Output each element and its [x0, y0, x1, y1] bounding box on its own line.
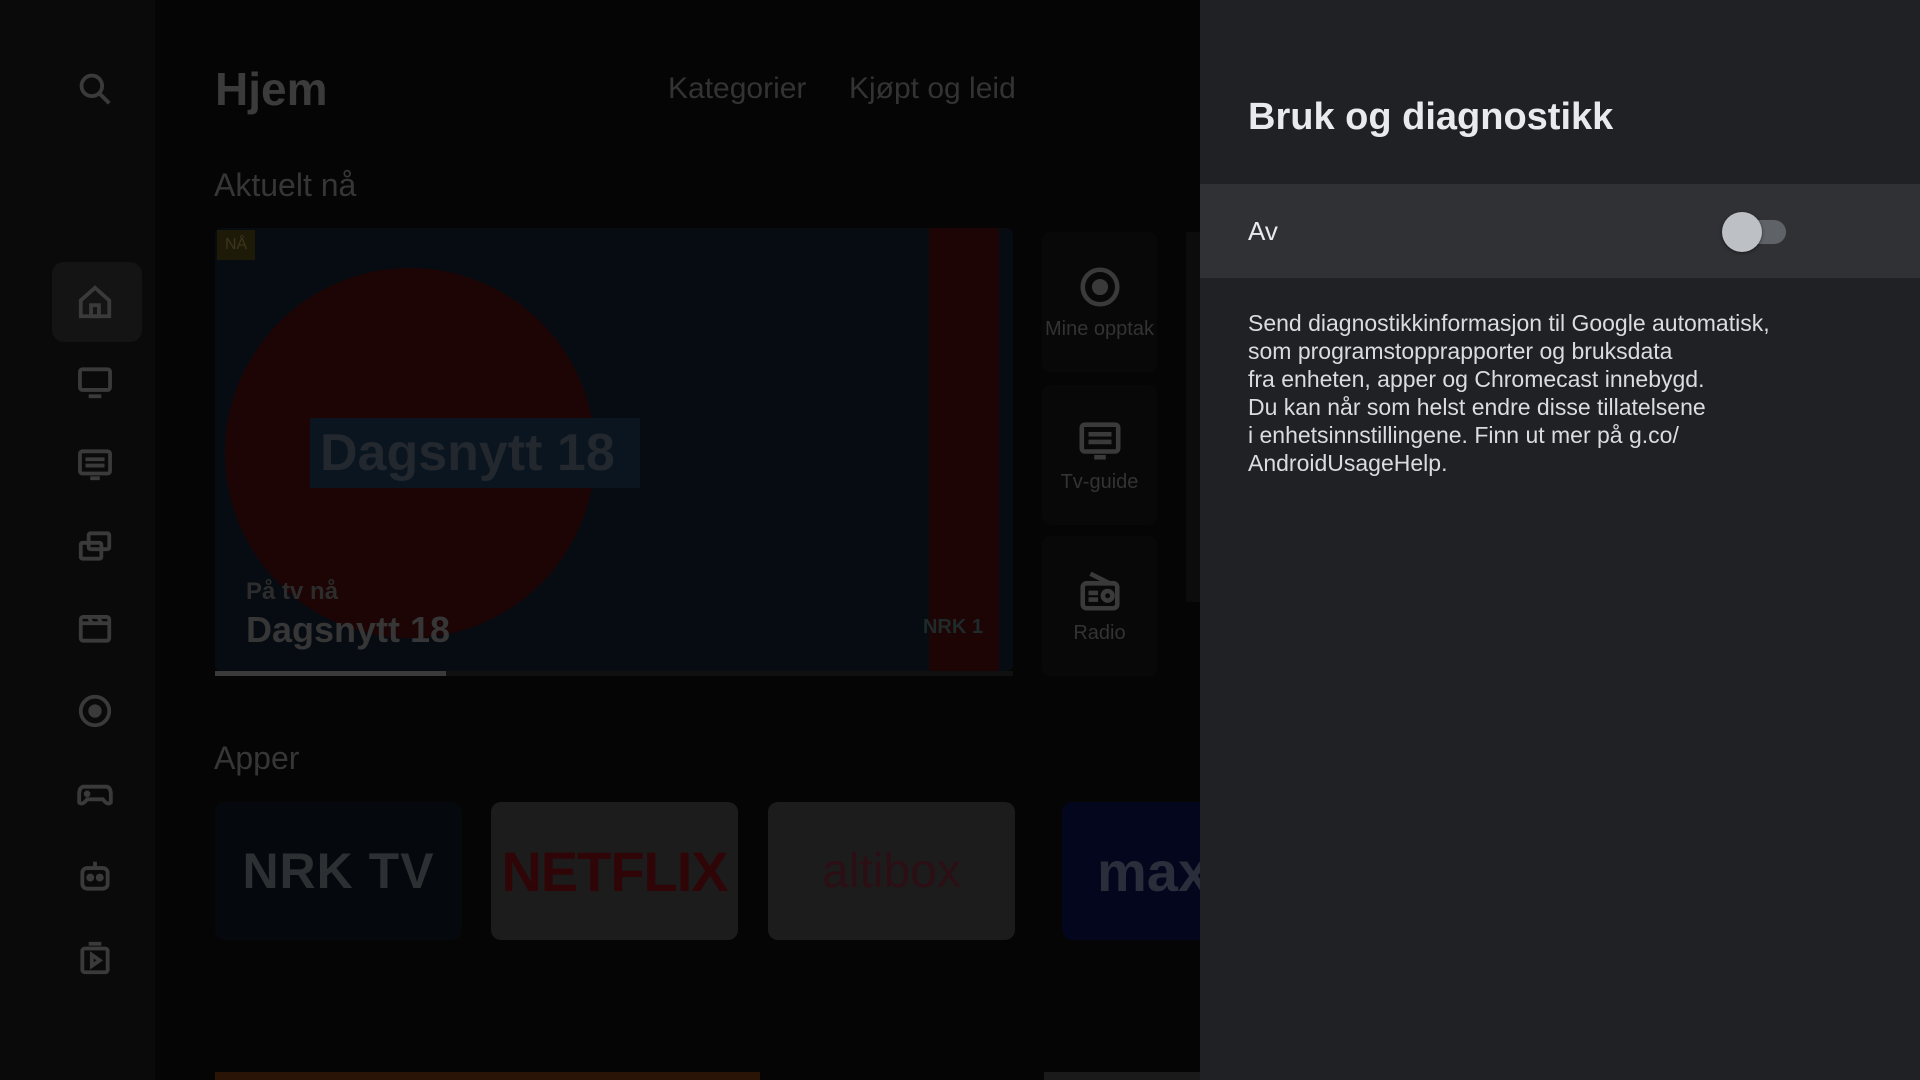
description-line: fra enheten, apper og Chromecast innebyg…: [1248, 366, 1705, 392]
description-line: Send diagnostikkinformasjon til Google a…: [1248, 310, 1770, 336]
app-logo-max: max: [1097, 839, 1200, 903]
channel-logo: NRK 1: [922, 616, 983, 638]
hero-progress-track: [215, 671, 1013, 676]
search-icon[interactable]: [74, 68, 116, 110]
left-navigation: [0, 0, 155, 1080]
toggle-state-label: Av: [1248, 216, 1278, 246]
app-tile-nrk-tv[interactable]: NRK TV: [215, 802, 462, 940]
tv-guide-icon: [1078, 421, 1121, 460]
tab-kategorier[interactable]: Kategorier: [668, 72, 806, 106]
tile-label: Radio: [1073, 621, 1126, 644]
games-icon[interactable]: [74, 772, 116, 814]
tab-kjopt-og-leid[interactable]: Kjøpt og leid: [849, 72, 1016, 106]
movies-icon[interactable]: [74, 607, 116, 649]
guide-icon[interactable]: [74, 443, 116, 485]
app-logo-netflix: NETFLIX: [501, 839, 728, 903]
tile-label: Mine opptak: [1045, 317, 1154, 340]
usage-diagnostics-switch[interactable]: [1722, 212, 1788, 252]
kids-icon[interactable]: [74, 855, 116, 897]
app-logo-altibox: altibox: [822, 844, 961, 898]
settings-panel: Bruk og diagnostikk Av Send diagnostikki…: [1200, 0, 1920, 1080]
hero-progress-fill: [215, 671, 447, 676]
home-screen-background: Hjem Kategorier Kjøpt og leid Aktuelt nå…: [0, 0, 1200, 1080]
description-line: som programstopprapporter og bruksdata: [1248, 338, 1673, 364]
next-row-hint: [215, 1072, 760, 1080]
home-icon[interactable]: [74, 281, 116, 323]
description-line: Du kan når som helst endre disse tillate…: [1248, 394, 1706, 420]
tile-tv-guide[interactable]: Tv-guide: [1042, 385, 1157, 525]
description-line: i enhetsinnstillingene. Finn ut mer på g…: [1248, 422, 1679, 448]
live-badge: NÅ: [217, 230, 256, 260]
switch-thumb: [1722, 212, 1762, 252]
app-logo-nrk-tv: NRK TV: [242, 843, 435, 899]
section-title-current: Aktuelt nå: [214, 167, 357, 203]
app-tile-netflix[interactable]: NETFLIX: [491, 802, 738, 940]
hero-artwork-bar: [929, 228, 999, 671]
radio-icon: [1079, 571, 1120, 611]
recordings-icon[interactable]: [74, 690, 116, 732]
program-title: Dagsnytt 18: [246, 609, 451, 650]
section-title-apps: Apper: [214, 740, 300, 776]
record-icon: [1079, 266, 1120, 307]
partial-tile: [1186, 232, 1200, 602]
tile-mine-opptak[interactable]: Mine opptak: [1042, 232, 1157, 372]
tile-radio[interactable]: Radio: [1042, 536, 1157, 676]
multiscreen-icon[interactable]: [74, 525, 116, 567]
hero-show-graphic-text: Dagsnytt 18: [320, 424, 615, 482]
next-row-hint: [1044, 1072, 1200, 1080]
usage-diagnostics-toggle-row[interactable]: Av: [1200, 184, 1920, 278]
tile-label: Tv-guide: [1060, 470, 1139, 493]
description-line: AndroidUsageHelp.: [1248, 450, 1448, 476]
on-tv-label: På tv nå: [246, 578, 339, 605]
hero-card[interactable]: Dagsnytt 18 NÅ På tv nå Dagsnytt 18 NRK …: [215, 228, 1013, 671]
page-title: Hjem: [215, 63, 328, 115]
app-tile-altibox[interactable]: altibox: [768, 802, 1015, 940]
description-text: Send diagnostikkinformasjon til Google a…: [1248, 309, 1888, 477]
apps-icon[interactable]: [74, 937, 116, 979]
tv-icon[interactable]: [74, 361, 116, 403]
app-tile-max[interactable]: max: [1062, 802, 1200, 940]
panel-title: Bruk og diagnostikk: [1248, 96, 1614, 138]
